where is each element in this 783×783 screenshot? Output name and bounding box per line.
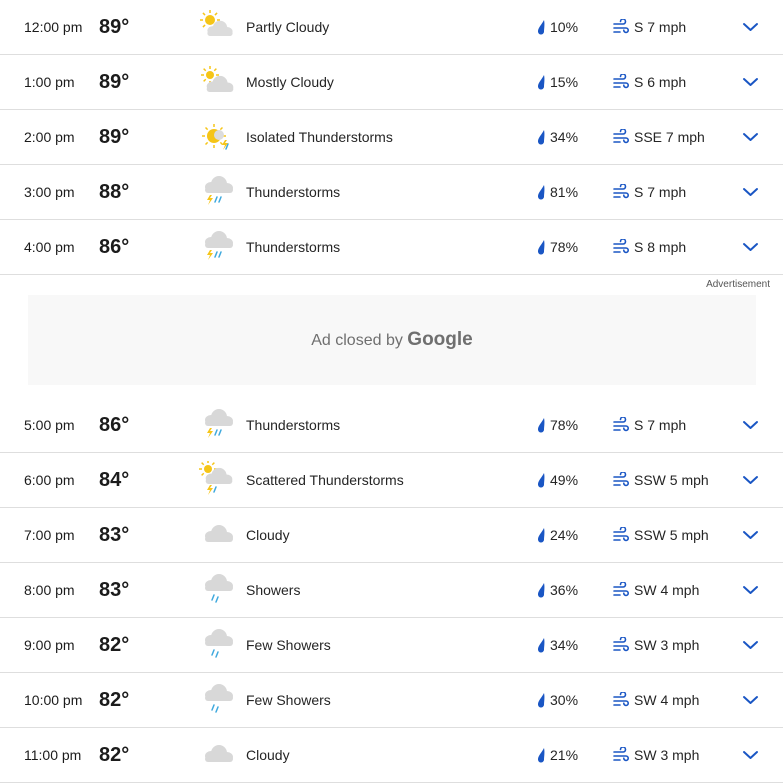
hourly-row[interactable]: 7:00 pm 83° Cloudy 24% SSW 5 mph bbox=[0, 508, 783, 563]
wind-speed: S 7 mph bbox=[634, 184, 687, 200]
hourly-row[interactable]: 2:00 pm 89° Isolated Thunderstorms 34% S… bbox=[0, 110, 783, 165]
cloudy-icon bbox=[205, 745, 233, 762]
wind-speed: S 7 mph bbox=[634, 417, 687, 433]
ad-closed-text: Ad closed by bbox=[311, 332, 403, 349]
mostly-cloudy-icon bbox=[201, 66, 234, 92]
precip-chance: 78% bbox=[550, 417, 579, 433]
hour-temperature: 82° bbox=[99, 634, 130, 656]
showers-icon bbox=[205, 629, 233, 658]
precip-chance: 21% bbox=[550, 747, 579, 763]
wind-speed: S 6 mph bbox=[634, 74, 687, 90]
hour-time: 10:00 pm bbox=[24, 692, 83, 708]
thunderstorms-icon bbox=[205, 231, 233, 260]
hour-time: 2:00 pm bbox=[24, 129, 75, 145]
hour-time: 1:00 pm bbox=[24, 74, 75, 90]
weather-condition: Scattered Thunderstorms bbox=[246, 472, 404, 488]
hour-temperature: 88° bbox=[99, 181, 130, 203]
hour-time: 11:00 pm bbox=[24, 747, 82, 763]
hour-temperature: 86° bbox=[99, 414, 130, 436]
hourly-row[interactable]: 6:00 pm 84° Scattered Thunderstorms 49% … bbox=[0, 453, 783, 508]
hour-temperature: 89° bbox=[99, 126, 130, 148]
weather-condition: Showers bbox=[246, 582, 301, 598]
partly-cloudy-icon bbox=[200, 10, 233, 36]
precip-chance: 81% bbox=[550, 184, 579, 200]
weather-condition: Few Showers bbox=[246, 637, 331, 653]
precip-chance: 30% bbox=[550, 692, 579, 708]
precip-chance: 49% bbox=[550, 472, 579, 488]
showers-icon bbox=[205, 574, 233, 603]
weather-condition: Isolated Thunderstorms bbox=[246, 129, 393, 145]
hour-temperature: 86° bbox=[99, 236, 130, 258]
weather-condition: Cloudy bbox=[246, 747, 290, 763]
hourly-row[interactable]: 5:00 pm 86° Thunderstorms 78% S 7 mph bbox=[0, 398, 783, 453]
ad-closed-box: Ad closed by Google bbox=[28, 295, 756, 385]
hour-time: 4:00 pm bbox=[24, 239, 75, 255]
thunderstorms-icon bbox=[205, 176, 233, 205]
hour-time: 7:00 pm bbox=[24, 527, 75, 543]
precip-chance: 15% bbox=[550, 74, 579, 90]
weather-condition: Cloudy bbox=[246, 527, 290, 543]
wind-speed: S 7 mph bbox=[634, 19, 687, 35]
isolated-thunderstorms-icon bbox=[202, 124, 229, 150]
wind-speed: SW 3 mph bbox=[634, 747, 700, 763]
precip-chance: 78% bbox=[550, 239, 579, 255]
hourly-row[interactable]: 8:00 pm 83° Showers 36% SW 4 mph bbox=[0, 563, 783, 618]
hourly-row[interactable]: 4:00 pm 86° Thunderstorms 78% S 8 mph bbox=[0, 220, 783, 275]
wind-speed: SSE 7 mph bbox=[634, 129, 705, 145]
weather-condition: Thunderstorms bbox=[246, 184, 341, 200]
hour-time: 9:00 pm bbox=[24, 637, 75, 653]
hour-temperature: 82° bbox=[99, 744, 130, 766]
hour-temperature: 83° bbox=[99, 524, 130, 546]
wind-speed: SW 4 mph bbox=[634, 692, 700, 708]
weather-condition: Thunderstorms bbox=[246, 239, 341, 255]
wind-speed: SW 3 mph bbox=[634, 637, 700, 653]
hourly-row[interactable]: 3:00 pm 88° Thunderstorms 81% S 7 mph bbox=[0, 165, 783, 220]
hour-temperature: 83° bbox=[99, 579, 130, 601]
wind-speed: S 8 mph bbox=[634, 239, 687, 255]
precip-chance: 36% bbox=[550, 582, 579, 598]
weather-condition: Mostly Cloudy bbox=[246, 74, 334, 90]
hour-time: 5:00 pm bbox=[24, 417, 75, 433]
hour-temperature: 84° bbox=[99, 469, 130, 491]
advertisement-label: Advertisement bbox=[706, 279, 770, 290]
wind-speed: SW 4 mph bbox=[634, 582, 700, 598]
hourly-row[interactable]: 11:00 pm 82° Cloudy 21% SW 3 mph bbox=[0, 728, 783, 783]
wind-speed: SSW 5 mph bbox=[634, 472, 709, 488]
wind-speed: SSW 5 mph bbox=[634, 527, 709, 543]
hour-temperature: 89° bbox=[99, 16, 130, 38]
hourly-row[interactable]: 9:00 pm 82° Few Showers 34% SW 3 mph bbox=[0, 618, 783, 673]
precip-chance: 34% bbox=[550, 637, 579, 653]
showers-icon bbox=[205, 684, 233, 713]
precip-chance: 24% bbox=[550, 527, 579, 543]
hourly-row[interactable]: 1:00 pm 89° Mostly Cloudy 15% S 6 mph bbox=[0, 55, 783, 110]
scattered-thunderstorms-icon bbox=[199, 461, 233, 495]
hour-temperature: 89° bbox=[99, 71, 130, 93]
hour-time: 3:00 pm bbox=[24, 184, 75, 200]
weather-condition: Partly Cloudy bbox=[246, 19, 330, 35]
google-logo-text: Google bbox=[407, 329, 473, 350]
hourly-row[interactable]: 10:00 pm 82° Few Showers 30% SW 4 mph bbox=[0, 673, 783, 728]
weather-condition: Thunderstorms bbox=[246, 417, 341, 433]
hourly-row[interactable]: 12:00 pm 89° Partly Cloudy 10% S 7 mph bbox=[0, 0, 783, 55]
hour-time: 12:00 pm bbox=[24, 19, 83, 35]
hour-time: 8:00 pm bbox=[24, 582, 75, 598]
precip-chance: 34% bbox=[550, 129, 579, 145]
cloudy-icon bbox=[205, 525, 233, 542]
weather-condition: Few Showers bbox=[246, 692, 331, 708]
hour-time: 6:00 pm bbox=[24, 472, 75, 488]
precip-chance: 10% bbox=[550, 19, 579, 35]
hour-temperature: 82° bbox=[99, 689, 130, 711]
thunderstorms-icon bbox=[205, 409, 233, 438]
